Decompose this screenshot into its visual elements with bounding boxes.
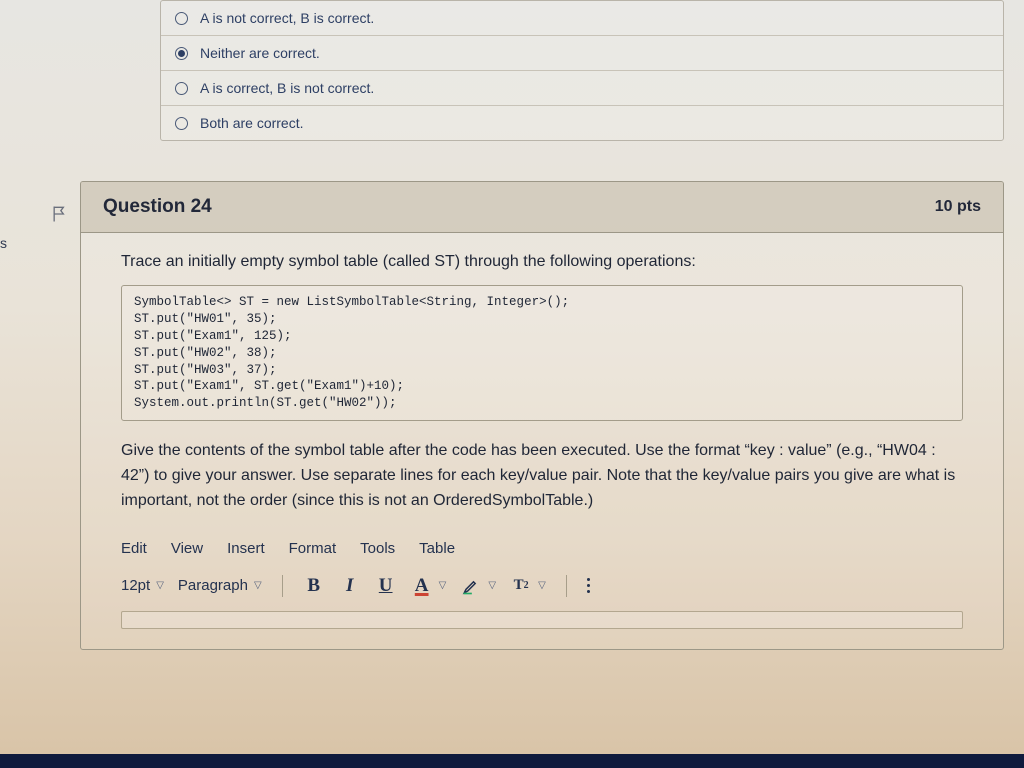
superscript-select[interactable]: T2 ▽ [510, 577, 546, 594]
bold-button[interactable]: B [303, 575, 325, 597]
taskbar-fragment [0, 754, 1024, 768]
option-row[interactable]: Neither are correct. [161, 36, 1003, 71]
question-card: Question 24 10 pts Trace an initially em… [80, 181, 1004, 650]
chevron-down-icon: ▽ [439, 580, 447, 591]
menu-view[interactable]: View [171, 540, 203, 557]
font-size-value: 12pt [121, 577, 150, 594]
code-block: SymbolTable<> ST = new ListSymbolTable<S… [121, 285, 963, 421]
question-header: Question 24 10 pts [81, 182, 1003, 233]
answer-editor[interactable] [121, 611, 963, 629]
highlight-icon [460, 576, 482, 596]
menu-table[interactable]: Table [419, 540, 455, 557]
option-label: Neither are correct. [200, 45, 320, 61]
option-row[interactable]: A is correct, B is not correct. [161, 71, 1003, 106]
text-color-select[interactable]: A ▽ [411, 575, 447, 597]
question-instructions: Give the contents of the symbol table af… [121, 439, 963, 513]
option-row[interactable]: A is not correct, B is correct. [161, 1, 1003, 36]
toolbar-separator [566, 575, 567, 597]
menu-format[interactable]: Format [289, 540, 337, 557]
radio-icon[interactable] [175, 117, 188, 130]
toolbar-separator [282, 575, 283, 597]
sidebar-fragment: s [0, 235, 10, 271]
text-color-icon: A [411, 575, 433, 597]
block-format-value: Paragraph [178, 577, 248, 594]
underline-button[interactable]: U [375, 575, 397, 597]
block-format-select[interactable]: Paragraph ▽ [178, 577, 262, 594]
chevron-down-icon: ▽ [254, 580, 262, 591]
option-label: A is not correct, B is correct. [200, 10, 374, 26]
radio-icon[interactable] [175, 47, 188, 60]
flag-icon[interactable] [50, 203, 70, 225]
question-points: 10 pts [935, 198, 981, 216]
font-size-select[interactable]: 12pt ▽ [121, 577, 164, 594]
more-button[interactable] [587, 578, 590, 593]
italic-button[interactable]: I [339, 575, 361, 597]
editor-menubar: Edit View Insert Format Tools Table [121, 540, 963, 557]
chevron-down-icon: ▽ [156, 580, 164, 591]
highlight-select[interactable]: ▽ [460, 576, 496, 596]
question-prompt: Trace an initially empty symbol table (c… [121, 253, 963, 271]
option-label: A is correct, B is not correct. [200, 80, 374, 96]
menu-tools[interactable]: Tools [360, 540, 395, 557]
option-label: Both are correct. [200, 115, 304, 131]
chevron-down-icon: ▽ [538, 580, 546, 591]
question-title: Question 24 [103, 196, 212, 218]
editor-toolbar: 12pt ▽ Paragraph ▽ B I U A ▽ [121, 575, 963, 597]
chevron-down-icon: ▽ [488, 580, 496, 591]
superscript-icon: T2 [510, 577, 532, 594]
radio-icon[interactable] [175, 12, 188, 25]
option-row[interactable]: Both are correct. [161, 106, 1003, 140]
menu-insert[interactable]: Insert [227, 540, 265, 557]
menu-edit[interactable]: Edit [121, 540, 147, 557]
previous-question-options: A is not correct, B is correct. Neither … [160, 0, 1004, 141]
radio-icon[interactable] [175, 82, 188, 95]
